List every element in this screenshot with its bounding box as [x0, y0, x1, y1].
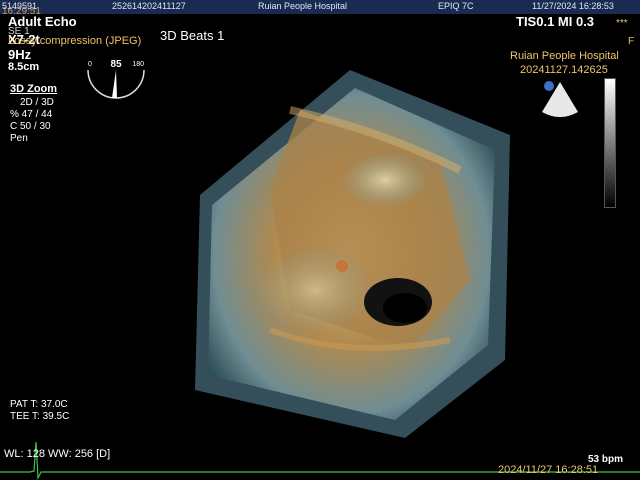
top-status-bar: 5149591 252614202411127 Ruian People Hos…: [0, 0, 640, 14]
dial-needle: [112, 70, 117, 98]
compression-notice: Lossy compression (JPEG): [8, 35, 142, 47]
mode-line: % 47 / 44: [10, 109, 53, 120]
dial-max: 180: [132, 61, 144, 68]
dial-min: 0: [88, 61, 92, 68]
wl-ww-readout: WL: 128 WW: 256 [D]: [4, 448, 111, 460]
mode-line: C 50 / 30: [10, 121, 51, 132]
ultrasound-3d-view: [195, 70, 510, 438]
patient-temperature: PAT T: 37.0C: [10, 399, 68, 410]
probe-angle-dial: 0 85 180: [87, 59, 145, 99]
grayscale-bar: [604, 78, 616, 208]
dial-value: 85: [110, 59, 122, 70]
top-datetime: 11/27/2024 16:28:53: [532, 1, 614, 11]
footer-datetime: 2024/11/27 16:28:51: [498, 464, 599, 476]
indicator-marks: ***: [616, 18, 628, 29]
orientation-marker: F: [628, 36, 635, 47]
tis-mi-readout: TIS0.1 MI 0.3: [516, 14, 595, 29]
exam-id: 252614202411127: [112, 1, 186, 11]
probe-temperature: TEE T: 39.5C: [10, 411, 70, 422]
mode-line: 2D / 3D: [20, 97, 54, 108]
system-name: EPIQ 7C: [438, 1, 474, 11]
mode-line: Pen: [10, 133, 28, 144]
hospital-name: Ruian People Hospital: [258, 1, 348, 11]
frame-rate: 9Hz: [8, 47, 32, 62]
depth-value: 8.5cm: [8, 61, 40, 73]
mode-title: 3D Zoom: [10, 83, 58, 95]
